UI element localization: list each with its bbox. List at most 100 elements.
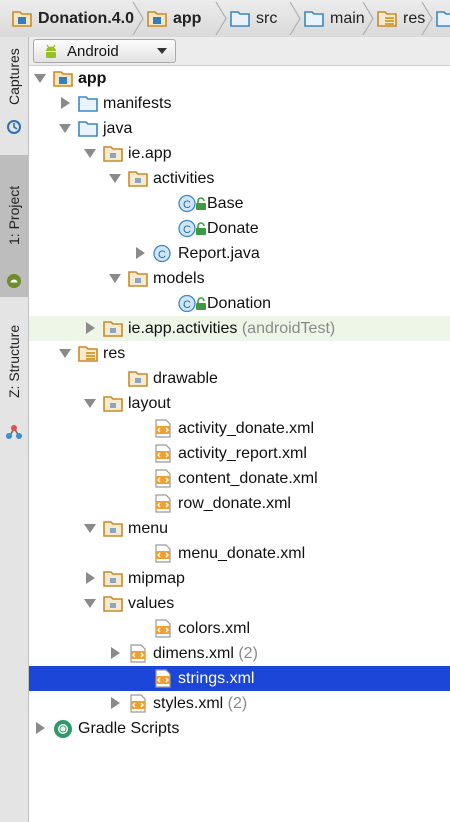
tree-item-app[interactable]: app: [29, 66, 450, 91]
xml-file-icon-glyph: [155, 469, 171, 488]
collapse-arrow-right-icon[interactable]: [86, 572, 95, 584]
lock-icon: [196, 222, 206, 235]
package-icon-glyph: [103, 521, 123, 537]
package-icon: [128, 269, 148, 288]
tree-item-dimens-xml[interactable]: dimens.xml (2): [29, 641, 450, 666]
collapse-arrow-right-icon[interactable]: [36, 722, 45, 734]
tool-tab-captures[interactable]: Captures: [0, 39, 28, 139]
android-icon: [46, 44, 56, 58]
navigation-breadcrumb: Donation.4.0 app src main res: [0, 0, 450, 38]
tree-item-layout[interactable]: layout: [29, 391, 450, 416]
tree-item-label: activities: [153, 170, 215, 187]
package-icon: [103, 394, 123, 413]
breadcrumb-item-more[interactable]: [436, 0, 450, 37]
package-icon-glyph: [128, 171, 148, 187]
expand-arrow-down-icon[interactable]: [34, 74, 46, 83]
tree-item-label: Base: [207, 195, 244, 212]
svg-text:C: C: [183, 199, 191, 211]
package-icon-glyph: [103, 146, 123, 162]
expand-arrow-down-icon[interactable]: [84, 524, 96, 533]
tree-item-label: layout: [128, 395, 171, 412]
tree-item-values[interactable]: values: [29, 591, 450, 616]
collapse-arrow-right-icon[interactable]: [111, 647, 120, 659]
collapse-arrow-right-icon[interactable]: [61, 97, 70, 109]
tree-item-label: drawable: [153, 370, 218, 387]
breadcrumb-item-src[interactable]: src: [230, 0, 277, 37]
tree-item-java[interactable]: java: [29, 116, 450, 141]
collapse-arrow-right-icon[interactable]: [136, 247, 145, 259]
tree-item-base[interactable]: C Base: [29, 191, 450, 216]
package-icon: [103, 319, 123, 338]
tree-item-donation[interactable]: C Donation: [29, 291, 450, 316]
tree-item-menu[interactable]: menu: [29, 516, 450, 541]
package-icon: [103, 519, 123, 538]
xml-file-icon: [128, 644, 148, 663]
expand-arrow-down-icon[interactable]: [84, 149, 96, 158]
tree-item-donate[interactable]: C Donate: [29, 216, 450, 241]
tree-item-res[interactable]: res: [29, 341, 450, 366]
tree-item-content-donate-xml[interactable]: content_donate.xml: [29, 466, 450, 491]
tree-item-activities[interactable]: activities: [29, 166, 450, 191]
tree-item-drawable[interactable]: drawable: [29, 366, 450, 391]
folder-icon: [78, 94, 98, 113]
expand-arrow-down-icon[interactable]: [59, 349, 71, 358]
breadcrumb-separator-icon: [421, 2, 433, 35]
xml-file-icon: [153, 619, 173, 638]
tool-tab-structure[interactable]: Z: Structure: [0, 299, 28, 449]
tool-tab-project[interactable]: 1: Project: [0, 155, 28, 297]
expand-arrow-down-icon[interactable]: [84, 399, 96, 408]
breadcrumb-label: app: [173, 9, 202, 27]
tree-item-mipmap[interactable]: mipmap: [29, 566, 450, 591]
expand-arrow-down-icon[interactable]: [84, 599, 96, 608]
tree-item-menu-donate-xml[interactable]: menu_donate.xml: [29, 541, 450, 566]
class-icon: C: [153, 244, 173, 263]
tree-item-manifests[interactable]: manifests: [29, 91, 450, 116]
breadcrumb-label: Donation.4.0: [38, 9, 135, 27]
tree-item-label: values: [128, 595, 175, 612]
tree-item-suffix: (2): [233, 645, 258, 662]
tree-item-strings-xml[interactable]: strings.xml: [29, 666, 450, 691]
tree-item-colors-xml[interactable]: colors.xml: [29, 616, 450, 641]
package-icon-glyph: [103, 321, 123, 337]
package-icon-glyph: [103, 571, 123, 587]
gradle-icon-glyph: [54, 720, 72, 738]
package-icon-glyph: [103, 396, 123, 412]
xml-file-icon: [153, 444, 173, 463]
expand-arrow-down-icon[interactable]: [59, 124, 71, 133]
tree-item-label: mipmap: [128, 570, 185, 587]
tree-item-styles-xml[interactable]: styles.xml (2): [29, 691, 450, 716]
collapse-arrow-right-icon[interactable]: [86, 322, 95, 334]
tree-item-ie-app[interactable]: ie.app: [29, 141, 450, 166]
resource-folder-icon: [78, 344, 98, 363]
tree-item-ie-app-activities[interactable]: ie.app.activities (androidTest): [29, 316, 450, 341]
expand-arrow-down-icon[interactable]: [109, 274, 121, 283]
tree-item-activity-donate-xml[interactable]: activity_donate.xml: [29, 416, 450, 441]
chevron-down-icon: [157, 48, 167, 54]
breadcrumb-item-donation-4-0[interactable]: Donation.4.0: [12, 0, 134, 37]
breadcrumb-label: src: [256, 9, 278, 27]
tree-item-activity-report-xml[interactable]: activity_report.xml: [29, 441, 450, 466]
package-icon-glyph: [128, 271, 148, 287]
xml-file-icon-glyph: [155, 494, 171, 513]
xml-file-icon: [153, 669, 173, 688]
tree-item-label: activity_report.xml: [178, 445, 307, 462]
tree-item-row-donate-xml[interactable]: row_donate.xml: [29, 491, 450, 516]
breadcrumb-item-res[interactable]: res: [377, 0, 425, 37]
android-project-icon: [7, 274, 21, 288]
tree-item-models[interactable]: models: [29, 266, 450, 291]
tree-item-label: Donation: [207, 295, 272, 312]
project-view-select[interactable]: Android: [33, 39, 176, 63]
xml-file-icon-glyph: [155, 444, 171, 463]
tree-item-gradle-scripts[interactable]: Gradle Scripts: [29, 716, 450, 741]
package-icon-glyph: [128, 371, 148, 387]
tree-item-report-java[interactable]: C Report.java: [29, 241, 450, 266]
breadcrumb-item-app[interactable]: app: [147, 0, 201, 37]
breadcrumb-separator-icon: [215, 2, 227, 35]
folder-icon: [304, 11, 324, 27]
expand-arrow-down-icon[interactable]: [109, 174, 121, 183]
tree-item-label: manifests: [103, 95, 172, 112]
class-icon-glyph: C: [153, 244, 171, 263]
module-folder-icon: [147, 11, 167, 27]
collapse-arrow-right-icon[interactable]: [111, 697, 120, 709]
breadcrumb-item-main[interactable]: main: [304, 0, 365, 37]
